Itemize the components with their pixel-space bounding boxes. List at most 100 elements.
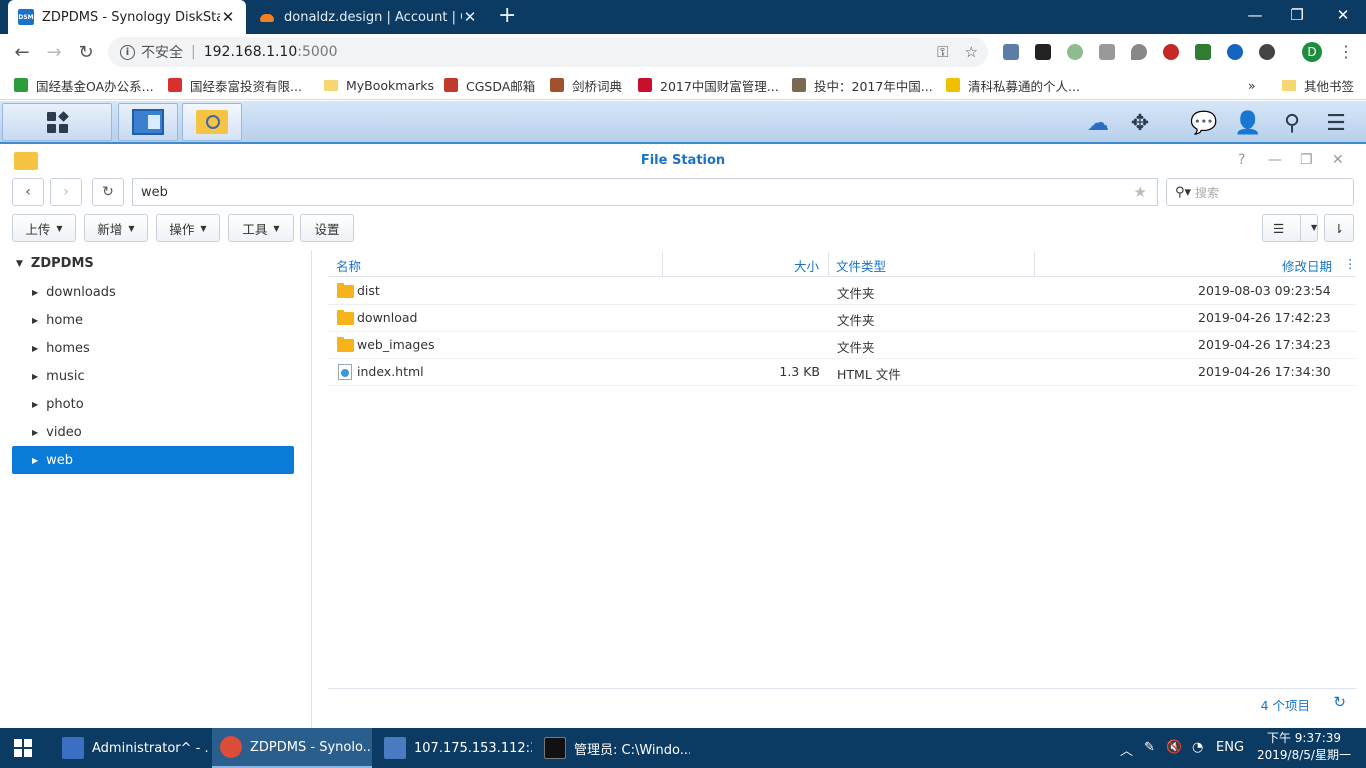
back-arrow-icon[interactable]: ← [10,40,34,64]
extension-circle-icon[interactable] [1067,44,1083,60]
extension-drop-icon[interactable] [1131,44,1147,60]
tab-close-icon[interactable]: ✕ [220,8,236,26]
tree-item-homes[interactable]: ▶ homes [12,334,294,362]
tab-close-icon[interactable]: ✕ [462,8,478,26]
column-header-modified[interactable]: 修改日期 [1282,256,1332,275]
column-header-size[interactable]: 大小 [794,256,819,275]
tree-item-downloads[interactable]: ▶ downloads [12,278,294,306]
file-row-download[interactable]: download 文件夹 2019-04-26 17:42:23 [328,305,1356,332]
window-maximize-icon[interactable]: ❐ [1300,152,1313,168]
sync-cloud-icon[interactable]: ☁ [1084,109,1112,137]
tray-chevron-up-icon[interactable]: ︿ [1120,740,1133,759]
close-window-button[interactable]: ✕ [1320,0,1366,30]
user-account-icon[interactable]: 👤 [1234,109,1262,137]
bookmarks-overflow-button[interactable]: » [1248,76,1256,94]
column-divider[interactable] [828,252,829,276]
profile-avatar[interactable]: D [1302,42,1322,62]
adblock-icon[interactable] [1163,44,1179,60]
extension-clock-icon[interactable] [1259,44,1275,60]
system-clock[interactable]: 下午 9:37:39 2019/8/5/星期一 [1252,730,1356,764]
info-icon[interactable]: i [120,44,135,60]
forward-button[interactable]: › [50,178,82,206]
extension-globe-icon[interactable] [1227,44,1243,60]
search-icon[interactable]: ⚲ [1278,109,1306,137]
extension-pen-icon[interactable] [1099,44,1115,60]
bookmark-favicon-icon [444,78,458,92]
address-bar[interactable]: i 不安全 | 192.168.1.10 :5000 ⚿ ☆ [108,37,988,67]
taskbar-item-cmd[interactable]: 管理员: C:\Windo... [536,728,690,768]
file-row-web-images[interactable]: web_images 文件夹 2019-04-26 17:34:23 [328,332,1356,359]
widgets-icon[interactable]: ☰ [1322,109,1350,137]
upload-button[interactable]: 上传 ▼ [12,214,76,242]
tools-button[interactable]: 工具 ▼ [228,214,294,242]
taskbar-item-remote-desktop[interactable]: 107.175.153.112:3... [376,728,532,768]
bookmark-label: 2017中国财富管理... [660,78,779,94]
bookmark-star-icon[interactable]: ☆ [965,43,978,61]
reload-icon[interactable]: ↻ [74,40,98,64]
back-button[interactable]: ‹ [12,178,44,206]
bookmark-item[interactable]: 清科私募通的个人... [946,76,1080,94]
new-tab-button[interactable]: + [498,4,516,28]
tree-root[interactable]: ▼ ZDPDMS [16,256,94,271]
path-bar[interactable]: web ★ [132,178,1158,206]
column-divider[interactable] [1034,252,1035,276]
column-header-name[interactable]: 名称 [336,256,361,275]
tree-item-photo[interactable]: ▶ photo [12,390,294,418]
tab-zdpdms[interactable]: DSM ZDPDMS - Synology DiskStation ✕ [8,0,246,34]
tree-item-home[interactable]: ▶ home [12,306,294,334]
file-row-index-html[interactable]: index.html 1.3 KB HTML 文件 2019-04-26 17:… [328,359,1356,386]
taskbar-item-chrome[interactable]: ZDPDMS - Synolo... [212,728,372,768]
tab-cloudflare[interactable]: donaldz.design | Account | Cloudflare ✕ [248,0,488,34]
button-label: 上传 [25,221,51,237]
tree-item-web[interactable]: ▶ web [12,446,294,474]
file-type: 文件夹 [837,313,875,328]
refresh-icon[interactable]: ↻ [1333,693,1346,711]
forward-arrow-icon[interactable]: → [42,40,66,64]
bookmark-item[interactable]: 国经泰富投资有限... [168,76,302,94]
window-minimize-icon[interactable]: — [1268,152,1282,168]
tree-item-video[interactable]: ▶ video [12,418,294,446]
pen-icon[interactable]: ✎ [1144,740,1155,755]
bookmark-item[interactable]: 投中：2017年中国... [792,76,933,94]
column-divider[interactable] [662,252,663,276]
column-header-type[interactable]: 文件类型 [836,256,886,275]
extension-media-icon[interactable] [1035,44,1051,60]
minimize-window-button[interactable]: — [1232,0,1278,30]
refresh-button[interactable]: ↻ [92,178,124,206]
main-menu-button[interactable] [2,103,112,141]
search-input[interactable]: ⚲▾ 搜索 [1166,178,1354,206]
windows-start-icon[interactable] [14,739,32,757]
bookmark-item[interactable]: 剑桥词典 [550,76,622,94]
network-icon[interactable]: ◔ [1192,740,1203,755]
column-options-icon[interactable]: ⋮ [1344,256,1357,271]
favorite-star-icon[interactable]: ★ [1134,183,1147,201]
bookmark-item[interactable]: CGSDA邮箱 [444,76,535,94]
extension-recycle-icon[interactable] [1195,44,1211,60]
package-center-app-button[interactable] [118,103,178,141]
file-row-dist[interactable]: dist 文件夹 2019-08-03 09:23:54 [328,278,1356,305]
action-button[interactable]: 操作 ▼ [156,214,220,242]
bookmark-item[interactable]: 2017中国财富管理... [638,76,779,94]
browser-menu-icon[interactable]: ⋮ [1338,42,1354,61]
bookmark-label: 剑桥词典 [572,78,623,94]
file-modified: 2019-04-26 17:34:30 [1198,364,1331,379]
other-bookmarks-folder[interactable]: 其他书签 [1282,76,1354,94]
sort-button[interactable]: ⇂ [1324,214,1354,242]
view-mode-button[interactable]: ☰ ▼ [1262,214,1318,242]
language-indicator[interactable]: ENG [1216,740,1244,755]
taskbar-item-administrator[interactable]: Administrator^ - ... [54,728,208,768]
settings-button[interactable]: 设置 [300,214,354,242]
bookmark-item[interactable]: 国经基金OA办公系... [14,76,154,94]
file-station-app-button[interactable] [182,103,242,141]
key-icon[interactable]: ⚿ [937,43,948,61]
extension-bookmark-icon[interactable] [1003,44,1019,60]
window-close-icon[interactable]: ✕ [1332,152,1344,168]
volume-muted-icon[interactable]: 🔇 [1166,740,1182,755]
bookmark-folder-mybookmarks[interactable]: MyBookmarks [324,76,434,94]
restore-window-button[interactable]: ❐ [1274,0,1320,30]
resource-monitor-icon[interactable]: ✥ [1126,109,1154,137]
help-icon[interactable]: ? [1238,152,1245,168]
create-button[interactable]: 新增 ▼ [84,214,148,242]
notifications-chat-icon[interactable]: 💬 [1190,109,1218,137]
tree-item-music[interactable]: ▶ music [12,362,294,390]
